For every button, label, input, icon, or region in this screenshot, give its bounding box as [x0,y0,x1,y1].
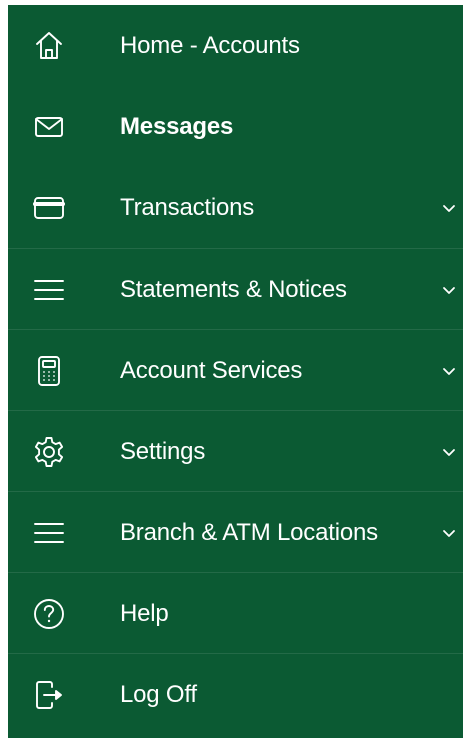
card-icon [32,191,66,225]
gear-icon [32,435,66,469]
menu-item-statements-notices[interactable]: Statements & Notices [8,248,463,330]
menu-item-label: Home - Accounts [120,31,300,59]
menu-item-label: Branch & ATM Locations [120,518,378,546]
menu-item-label: Statements & Notices [120,275,347,303]
calculator-icon [32,354,66,388]
menu-item-branch-atm-locations[interactable]: Branch & ATM Locations [8,491,463,573]
menu-item-settings[interactable]: Settings [8,410,463,492]
menu-item-label: Transactions [120,193,255,221]
chevron-down-icon[interactable] [441,363,457,379]
envelope-icon [32,110,66,144]
home-icon [32,29,66,63]
navigation-menu: Home - Accounts Messages Transactions St… [8,5,463,738]
menu-item-label: Messages [120,112,234,140]
menu-item-messages[interactable]: Messages [8,86,463,167]
menu-item-label: Help [120,599,169,627]
chevron-down-icon[interactable] [441,444,457,460]
chevron-down-icon[interactable] [441,200,457,216]
chevron-down-icon[interactable] [441,525,457,541]
menu-item-label: Log Off [120,680,197,708]
hamburger-icon [32,273,66,307]
menu-item-label: Account Services [120,356,303,384]
menu-item-label: Settings [120,437,206,465]
menu-item-help[interactable]: Help [8,572,463,654]
hamburger-icon [32,516,66,550]
menu-item-transactions[interactable]: Transactions [8,167,463,248]
menu-item-log-off[interactable]: Log Off [8,653,463,735]
help-icon [32,597,66,631]
menu-item-account-services[interactable]: Account Services [8,329,463,411]
logout-icon [32,678,66,712]
menu-item-home-accounts[interactable]: Home - Accounts [8,5,463,86]
chevron-down-icon[interactable] [441,282,457,298]
